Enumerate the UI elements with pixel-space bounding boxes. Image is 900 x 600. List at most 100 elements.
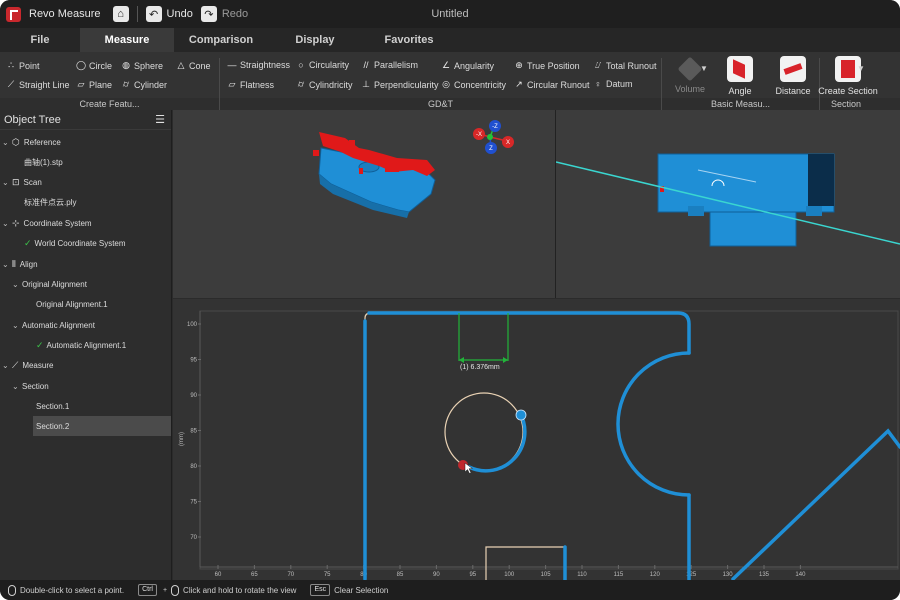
x-tick-label: 140	[795, 572, 806, 578]
cylinder-tool[interactable]: ⌭ Cylinder	[121, 79, 167, 90]
gizmo-x-label: X	[506, 140, 510, 146]
axis-gizmo[interactable]: -Z -X X Z	[473, 120, 514, 154]
straightness-icon: —	[227, 60, 237, 70]
total-runout-icon: ⌰	[595, 60, 601, 70]
x-tick-label: 115	[614, 572, 624, 578]
chevron-down-icon[interactable]: ⌄	[2, 138, 12, 147]
circle-tool[interactable]: ◯ Circle	[76, 60, 112, 71]
flatness-tool[interactable]: ▱ Flatness	[227, 79, 274, 90]
tab-file[interactable]: File	[0, 28, 80, 52]
cone-tool[interactable]: △ Cone	[176, 60, 211, 71]
tree-item-automatic-alignment[interactable]: ⌄ Automatic Alignment	[12, 315, 95, 335]
tab-display[interactable]: Display	[268, 28, 362, 52]
angularity-tool[interactable]: ∠ Angularity	[441, 60, 494, 71]
gizmo-x-neg-label: -X	[476, 132, 482, 138]
circularity-tool[interactable]: ○ Circularity	[296, 60, 349, 70]
redo-icon[interactable]: ↷	[200, 6, 217, 22]
tab-favorites[interactable]: Favorites	[362, 28, 456, 52]
circular-runout-icon: ↗	[515, 79, 523, 89]
y-tick-label: 100	[187, 322, 198, 328]
undo-button[interactable]: Undo	[167, 8, 193, 20]
cone-icon: △	[177, 60, 185, 70]
create-section-tool[interactable]: Create Section ▼	[817, 56, 879, 96]
circular-runout-tool[interactable]: ↗ Circular Runout	[514, 79, 589, 90]
x-tick-label: 60	[215, 572, 222, 578]
chevron-down-icon[interactable]: ⌄	[2, 361, 12, 370]
tab-measure[interactable]: Measure	[80, 28, 174, 52]
tree-item-align[interactable]: ⌄ ⫴ Align	[2, 254, 38, 274]
plane-tool[interactable]: ▱ Plane	[76, 79, 113, 90]
tree-item-scan[interactable]: ⌄ ⊡ Scan	[2, 172, 42, 192]
chevron-down-icon[interactable]: ⌄	[2, 260, 12, 269]
undo-icon[interactable]: ↶	[145, 6, 162, 22]
gizmo-z-label: Z	[489, 146, 493, 152]
tree-item-ply-file[interactable]: 标准件点云.ply	[24, 192, 76, 212]
viewport-section-profile[interactable]: 100 95 90 85 80 75 70 60 65 70 75 80 85 90 95 100 105 11…	[173, 299, 900, 580]
distance-tool[interactable]: Distance	[765, 56, 821, 96]
object-tree-header: Object Tree ☰	[0, 110, 171, 130]
tree-item-section[interactable]: ⌄ Section	[12, 376, 49, 396]
straight-line-tool[interactable]: ⟋ Straight Line	[6, 79, 70, 90]
sphere-icon: ◍	[122, 60, 130, 70]
title-bar: Revo Measure ⌂ ↶ Undo ↷ Redo Untitled	[0, 0, 900, 28]
chevron-down-icon[interactable]: ⌄	[12, 280, 22, 289]
volume-tool[interactable]: Volume ▼	[662, 56, 718, 94]
measurement-label: (1) 6.376mm	[460, 364, 500, 371]
gizmo-z-neg-label: -Z	[492, 124, 498, 130]
chevron-down-icon[interactable]: ▼	[700, 64, 708, 73]
tab-comparison[interactable]: Comparison	[174, 28, 268, 52]
tree-item-original-alignment-1[interactable]: Original Alignment.1	[36, 294, 108, 314]
chevron-down-icon[interactable]: ⌄	[2, 219, 12, 228]
y-axis-label: (mm)	[179, 432, 185, 446]
home-icon[interactable]: ⌂	[112, 6, 129, 22]
line-icon: ⟋	[7, 79, 15, 89]
viewport-3d-main[interactable]: -Z -X X Z	[173, 110, 555, 298]
x-tick-label: 75	[324, 572, 331, 578]
parallelism-tool[interactable]: //Parallelism	[361, 60, 418, 70]
tree-item-section-1[interactable]: Section.1	[36, 396, 69, 416]
chevron-down-icon[interactable]: ▼	[857, 64, 865, 73]
viewport-section-plane[interactable]	[556, 110, 900, 298]
point-tool[interactable]: ∴ Point	[6, 60, 39, 71]
cylinder-icon: ⌭	[122, 79, 130, 89]
chevron-down-icon[interactable]: ⌄	[2, 178, 12, 187]
tree-item-reference[interactable]: ⌄ ⬡ Reference	[2, 132, 61, 152]
y-tick-label: 85	[190, 429, 197, 435]
angle-icon-shape	[733, 59, 745, 79]
chevron-down-icon[interactable]: ⌄	[12, 321, 22, 330]
group-section: Section	[830, 99, 862, 109]
viewport-3d-main-canvas[interactable]: -Z -X X Z	[173, 110, 555, 298]
redo-button[interactable]: Redo	[222, 8, 248, 20]
cylindricity-tool[interactable]: ⌭ Cylindricity	[296, 79, 353, 90]
viewport-section-canvas[interactable]	[556, 110, 900, 298]
chevron-down-icon[interactable]: ⌄	[12, 382, 22, 391]
datum-tool[interactable]: ♀ Datum	[593, 79, 633, 89]
angle-tool[interactable]: Angle	[712, 56, 768, 96]
selected-point-marker[interactable]	[515, 409, 527, 421]
x-tick-label: 70	[287, 572, 294, 578]
plane-icon: ▱	[77, 79, 85, 89]
tree-item-automatic-alignment-1[interactable]: ✓ Automatic Alignment.1	[36, 335, 126, 355]
perpendicularity-tool[interactable]: ⊥ Perpendicularity	[361, 79, 438, 90]
tree-item-coordinate-system[interactable]: ⌄ ⊹ Coordinate System	[2, 213, 92, 233]
y-tick-label: 95	[190, 358, 197, 364]
tree-item-world-coordinate-system[interactable]: ✓ World Coordinate System	[24, 233, 126, 253]
tree-item-section-2[interactable]: Section.2	[33, 416, 171, 436]
tree-item-stp-file[interactable]: 曲轴(1).stp	[24, 152, 63, 172]
status-hint-select: Double-click to select a point.	[20, 585, 125, 595]
sphere-tool[interactable]: ◍ Sphere	[121, 60, 163, 71]
straightness-tool[interactable]: — Straightness	[227, 60, 291, 70]
x-tick-label: 130	[723, 572, 734, 578]
true-position-tool[interactable]: ⊕ True Position	[514, 60, 579, 71]
section-profile-canvas[interactable]: 100 95 90 85 80 75 70 60 65 70 75 80 85 90 95 100 105 11…	[173, 299, 900, 580]
distance-measurement[interactable]: (1) 6.376mm	[458, 313, 509, 371]
list-settings-icon[interactable]: ☰	[155, 113, 165, 126]
group-gdt: GD&T	[427, 99, 453, 109]
datum-icon: ♀	[594, 79, 602, 89]
cylindricity-icon: ⌭	[297, 79, 305, 89]
status-hint-rotate: Click and hold to rotate the view	[183, 585, 297, 595]
tree-item-measure[interactable]: ⌄ ⟋ Measure	[2, 355, 53, 375]
total-runout-tool[interactable]: ⌰ Total Runout	[593, 60, 657, 71]
concentricity-tool[interactable]: ◎ Concentricity	[441, 79, 506, 90]
tree-item-original-alignment[interactable]: ⌄ Original Alignment	[12, 274, 87, 294]
